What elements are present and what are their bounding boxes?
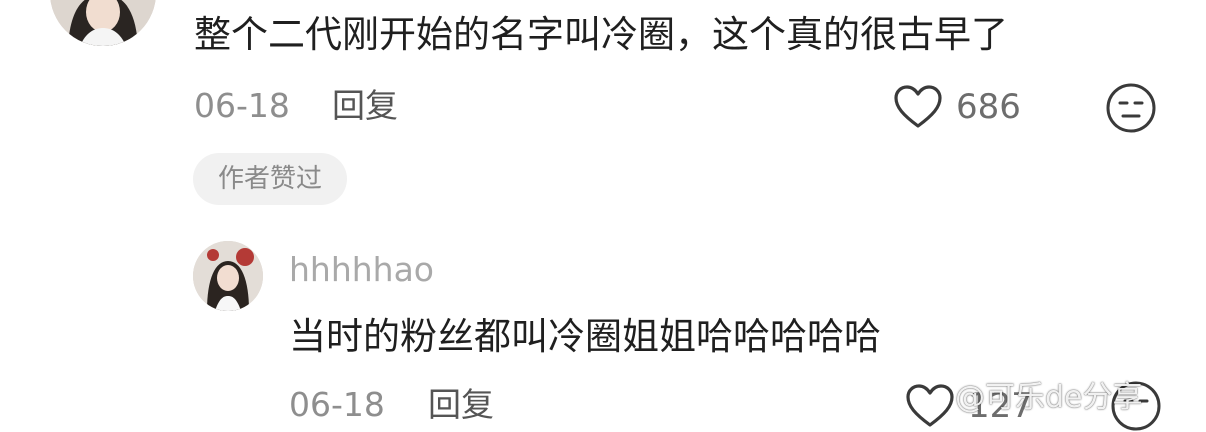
reply-button[interactable]: 回复 [332,89,398,122]
commenter-avatar[interactable] [50,0,156,46]
like-count: 686 [956,87,1021,127]
comment-text: 整个二代刚开始的名字叫冷圈，这个真的很古早了 [194,13,1008,56]
heart-icon[interactable] [893,84,943,130]
author-liked-badge: 作者赞过 [193,153,347,205]
heart-icon[interactable] [905,383,955,429]
avatar-image [50,0,156,46]
watermark: @可乐de分享 [955,380,1143,415]
reply-username[interactable]: hhhhhao [289,253,434,286]
avatar-image [193,241,263,311]
reply-text: 当时的粉丝都叫冷圈姐姐哈哈哈哈哈 [289,315,881,358]
neutral-face-icon[interactable] [1105,82,1157,134]
reply-avatar[interactable] [193,241,263,311]
comment-date: 06-18 [194,86,290,125]
reply-button[interactable]: 回复 [428,388,494,421]
reply-date: 06-18 [289,385,385,424]
